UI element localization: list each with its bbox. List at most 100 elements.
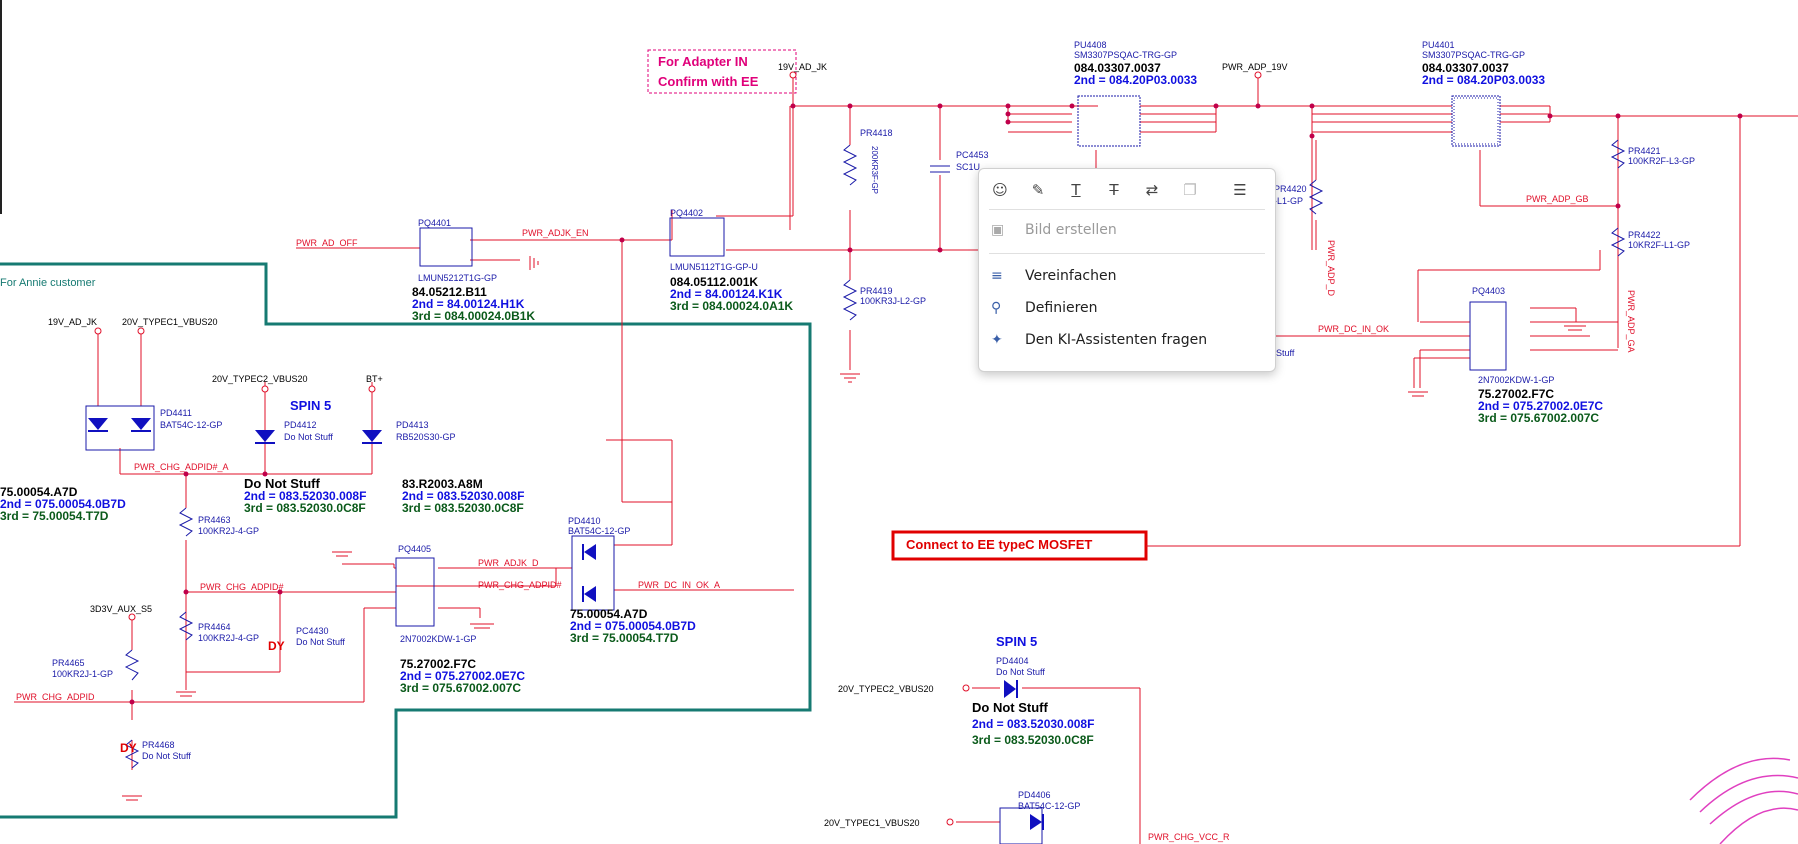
pc4430-dy: DY — [268, 639, 285, 653]
pd4406-part: BAT54C-12-GP — [1018, 801, 1080, 811]
net-typec1-vbus20: 20V_TYPEC1_VBUS20 — [122, 317, 218, 327]
pd4413-part: RB520S30-GP — [396, 432, 456, 442]
pd4410-part: BAT54C-12-GP — [568, 526, 630, 536]
pq4403-part: 2N7002KDW-1-GP — [1478, 375, 1554, 385]
pr4468-val: Do Not Stuff — [142, 751, 191, 761]
net-3v3-aux-s5: 3D3V_AUX_S5 — [90, 604, 152, 614]
pd4404-ref: PD4404 — [996, 656, 1029, 666]
menu-separator — [989, 209, 1265, 210]
net-pwr-adjk-en: PWR_ADJK_EN — [522, 228, 589, 238]
pr4463-val: 100KR2J-4-GP — [198, 526, 259, 536]
underline-icon[interactable]: T — [1065, 179, 1087, 201]
pq4405-3rd: 3rd = 075.67002.007C — [400, 681, 521, 695]
pr4418-ref: PR4418 — [860, 128, 893, 138]
edit-note-icon[interactable]: ☰ — [1229, 179, 1251, 201]
net-pwr-chg-vcc-r: PWR_CHG_VCC_R — [1148, 832, 1230, 842]
adapter-note-line1: For Adapter IN — [658, 54, 748, 69]
menu-item-ask-ai[interactable]: ✦ Den KI-Assistenten fragen — [987, 325, 1267, 355]
diode-bars — [88, 430, 1044, 830]
menu-separator — [989, 253, 1265, 254]
net-pwr-adp-19v: PWR_ADP_19V — [1222, 62, 1288, 72]
pr4421-ref: PR4421 — [1628, 146, 1661, 156]
spin5-label-b: SPIN 5 — [996, 634, 1037, 649]
pd4411-part: BAT54C-12-GP — [160, 420, 222, 430]
pu4401-ref: PU4401 — [1422, 40, 1455, 50]
pu4401-part: SM3307PSQAC-TRG-GP — [1422, 50, 1525, 60]
pc4430-ref: PC4430 — [296, 626, 329, 636]
net-19v-adjk: 19V_AD_JK — [778, 62, 827, 72]
copy-icon[interactable]: ❐ — [1179, 179, 1201, 201]
connect-note: Connect to EE typeC MOSFET — [906, 537, 1092, 552]
pd4410-ref: PD4410 — [568, 516, 601, 526]
pq4403-ref: PQ4403 — [1472, 286, 1505, 296]
net-pwr-adjk-d: PWR_ADJK_D — [478, 558, 539, 568]
strikethrough-icon[interactable]: T — [1103, 179, 1125, 201]
markup-curves — [1689, 757, 1798, 844]
components — [85, 95, 1626, 844]
net-pwr-ad-off: PWR_AD_OFF — [296, 238, 358, 248]
pr4420-val: -L1-GP — [1274, 196, 1303, 206]
pd4413-3rd: 3rd = 083.52030.0C8F — [402, 501, 524, 515]
pr4418-val: 200KR3F-GP — [870, 146, 879, 194]
define-icon: ⚲ — [991, 300, 1002, 316]
highlight-icon[interactable]: ✎ — [1027, 179, 1049, 201]
schematic-canvas: For Adapter IN Confirm with EE 19V_AD_JK… — [0, 0, 1798, 844]
net-pwr-chg-adpid-a: PWR_CHG_ADPID#_A — [134, 462, 229, 472]
pq4401-part: LMUN5212T1G-GP — [418, 273, 497, 283]
pr4419-ref: PR4419 — [860, 286, 893, 296]
net-typec2-vbus20-b: 20V_TYPEC2_VBUS20 — [838, 684, 934, 694]
menu-item-label: Definieren — [1025, 300, 1098, 316]
pr4468-ref: PR4468 — [142, 740, 175, 750]
spin5-label: SPIN 5 — [290, 398, 331, 413]
net-pwr-dc-in-ok-a: PWR_DC_IN_OK_A — [638, 580, 720, 590]
net-pwr-adp-gb: PWR_ADP_GB — [1526, 194, 1589, 204]
context-toolbar: ☺ ✎ T T ⇄ ❐ ☰ — [989, 177, 1265, 203]
pd4404-dns: Do Not Stuff — [972, 700, 1048, 715]
pr4422-ref: PR4422 — [1628, 230, 1661, 240]
menu-item-label: Vereinfachen — [1025, 268, 1117, 284]
pu4408-ref: PU4408 — [1074, 40, 1107, 50]
pd4412-3rd: 3rd = 083.52030.0C8F — [244, 501, 366, 515]
adapter-note-line2: Confirm with EE — [658, 74, 759, 89]
pr4465-ref: PR4465 — [52, 658, 85, 668]
pq4401-3rd: 3rd = 084.00024.0B1K — [412, 309, 535, 323]
simplify-icon: ≡ — [991, 268, 1003, 284]
ground-symbols — [122, 256, 1586, 801]
menu-item-define[interactable]: ⚲ Definieren — [987, 293, 1267, 323]
pd4404-part: Do Not Stuff — [996, 667, 1045, 677]
pd4411-3rd: 3rd = 75.00054.T7D — [0, 509, 109, 523]
comment-icon[interactable]: ☺ — [989, 179, 1011, 201]
pd4406-ref: PD4406 — [1018, 790, 1051, 800]
net-pwr-adp-d: PWR_ADP_D — [1326, 240, 1336, 297]
wires — [14, 78, 1798, 844]
pr4422-val: 10KR2F-L1-GP — [1628, 240, 1690, 250]
pq4402-ref: PQ4402 — [670, 208, 703, 218]
diode-symbols — [88, 418, 1042, 830]
menu-item-simplify[interactable]: ≡ Vereinfachen — [987, 261, 1267, 291]
pq4401-ref: PQ4401 — [418, 218, 451, 228]
menu-item-label: Bild erstellen — [1025, 222, 1117, 238]
stuff-fragment: Stuff — [1276, 348, 1295, 358]
ai-assistant-icon: ✦ — [991, 332, 1003, 348]
net-pwr-dc-in-ok: PWR_DC_IN_OK — [1318, 324, 1389, 334]
replace-text-icon[interactable]: ⇄ — [1141, 179, 1163, 201]
net-pwr-chg-adpid-b: PWR_CHG_ADPID# — [478, 580, 562, 590]
net-typec2-vbus20: 20V_TYPEC2_VBUS20 — [212, 374, 308, 384]
pq4403-3rd: 3rd = 075.67002.007C — [1478, 411, 1599, 425]
annie-note: For Annie customer — [0, 277, 96, 289]
pq4402-part: LMUN5112T1G-GP-U — [670, 262, 758, 272]
pq4402-3rd: 3rd = 084.00024.0A1K — [670, 299, 793, 313]
net-19v-adjk-left: 19V_AD_JK — [48, 317, 97, 327]
pr4421-val: 100KR2F-L3-GP — [1628, 156, 1695, 166]
pq4405-part: 2N7002KDW-1-GP — [400, 634, 476, 644]
pr4468-dy: DY — [120, 741, 137, 755]
pc4453-ref: PC4453 — [956, 150, 989, 160]
pr4465-val: 100KR2J-1-GP — [52, 669, 113, 679]
pr4464-val: 100KR2J-4-GP — [198, 633, 259, 643]
pd4404-2nd: 2nd = 083.52030.008F — [972, 717, 1094, 731]
pd4412-part: Do Not Stuff — [284, 432, 333, 442]
menu-item-create-image[interactable]: ▣ Bild erstellen — [987, 215, 1267, 245]
net-typec1-vbus20-b: 20V_TYPEC1_VBUS20 — [824, 818, 920, 828]
pd4411-ref: PD4411 — [160, 408, 192, 418]
menu-item-label: Den KI-Assistenten fragen — [1025, 332, 1208, 348]
